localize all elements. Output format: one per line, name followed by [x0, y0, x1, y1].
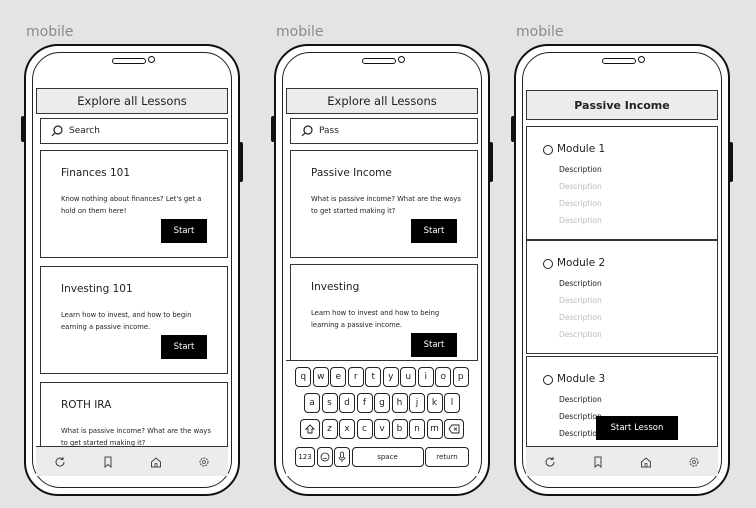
keyboard-key[interactable]: q: [295, 367, 312, 387]
module-description: Description: [559, 279, 602, 288]
keyboard-key[interactable]: v: [374, 419, 390, 439]
device-label-2: mobile: [276, 24, 324, 40]
module-description: Description: [559, 313, 602, 322]
home-icon[interactable]: [640, 456, 652, 468]
lesson-card: Investing 101 Learn how to invest, and h…: [40, 266, 228, 374]
phone-frame-lesson: Passive Income Module 1 Description Desc…: [511, 44, 733, 496]
settings-icon[interactable]: [198, 456, 210, 468]
keyboard-key[interactable]: m: [426, 419, 443, 439]
on-screen-keyboard: qwertyuiop asdfghjkl zxcvbnm 123 space r…: [286, 360, 478, 476]
start-button[interactable]: Start: [411, 333, 457, 357]
module-title: Module 1: [557, 143, 606, 155]
keyboard-key[interactable]: l: [444, 393, 460, 413]
keyboard-key[interactable]: c: [356, 419, 373, 439]
keyboard-key[interactable]: e: [330, 367, 347, 387]
keyboard-key[interactable]: j: [409, 393, 425, 413]
keyboard-key[interactable]: d: [339, 393, 355, 413]
bookmark-icon[interactable]: [592, 456, 604, 468]
module-radio[interactable]: [543, 259, 553, 269]
lesson-description: Learn how to invest and how to being lea…: [311, 309, 440, 329]
return-key[interactable]: return: [425, 447, 469, 467]
page-title: Passive Income: [526, 90, 718, 120]
module-item[interactable]: Module 2 Description Description Descrip…: [526, 240, 718, 354]
start-button[interactable]: Start: [161, 219, 207, 243]
phone-frame-search: Explore all Lessons Pass Passive Income …: [271, 44, 493, 496]
home-icon[interactable]: [150, 456, 162, 468]
keyboard-key[interactable]: p: [452, 367, 469, 387]
module-radio[interactable]: [543, 375, 553, 385]
search-input[interactable]: Search: [40, 118, 228, 144]
module-item[interactable]: Module 1 Description Description Descrip…: [526, 126, 718, 240]
lesson-title: ROTH IRA: [61, 399, 112, 411]
keyboard-key[interactable]: k: [426, 393, 443, 413]
lesson-description: What is passive income? What are the way…: [311, 195, 461, 215]
lesson-description: Learn how to invest, and how to begin ea…: [61, 311, 192, 331]
keyboard-key[interactable]: b: [391, 419, 408, 439]
numbers-key[interactable]: 123: [295, 447, 315, 467]
keyboard-key[interactable]: i: [417, 367, 434, 387]
keyboard-key[interactable]: o: [435, 367, 452, 387]
shift-key[interactable]: [300, 419, 320, 439]
keyboard-key[interactable]: f: [356, 393, 373, 413]
backspace-key[interactable]: [444, 419, 464, 439]
tab-bar: [526, 446, 718, 476]
page-title: Explore all Lessons: [286, 88, 478, 114]
lesson-card: Finances 101 Know nothing about finances…: [40, 150, 228, 258]
module-title: Module 2: [557, 257, 606, 269]
search-input[interactable]: Pass: [290, 118, 478, 144]
tab-bar: [36, 446, 228, 476]
lesson-title: Passive Income: [311, 167, 392, 179]
lesson-card: Passive Income What is passive income? W…: [290, 150, 478, 258]
keyboard-key[interactable]: w: [312, 367, 329, 387]
lesson-title: Investing: [311, 281, 360, 293]
lesson-title: Finances 101: [61, 167, 131, 179]
keyboard-key[interactable]: n: [409, 419, 425, 439]
keyboard-key[interactable]: u: [400, 367, 417, 387]
space-key[interactable]: space: [351, 447, 424, 467]
emoji-key[interactable]: [316, 447, 333, 467]
keyboard-key[interactable]: t: [365, 367, 382, 387]
start-lesson-button[interactable]: Start Lesson: [596, 416, 678, 440]
module-description: Description: [559, 216, 602, 225]
bookmark-icon[interactable]: [102, 456, 114, 468]
settings-icon[interactable]: [688, 456, 700, 468]
keyboard-key[interactable]: g: [374, 393, 390, 413]
phone-frame-explore: Explore all Lessons Search Finances 101 …: [21, 44, 243, 496]
module-description: Description: [559, 199, 602, 208]
screen-explore: Explore all Lessons Search Finances 101 …: [36, 78, 228, 476]
device-label-1: mobile: [26, 24, 74, 40]
keyboard-key[interactable]: x: [339, 419, 355, 439]
keyboard-key[interactable]: s: [321, 393, 338, 413]
screen-search: Explore all Lessons Pass Passive Income …: [286, 78, 478, 476]
module-title: Module 3: [557, 373, 606, 385]
screen-lesson: Passive Income Module 1 Description Desc…: [526, 78, 718, 476]
module-description: Description: [559, 330, 602, 339]
device-label-3: mobile: [516, 24, 564, 40]
module-item[interactable]: Module 3 Description Description Descrip…: [526, 356, 718, 458]
keyboard-key[interactable]: y: [382, 367, 399, 387]
keyboard-key[interactable]: z: [321, 419, 338, 439]
module-description: Description: [559, 165, 602, 174]
page-title: Explore all Lessons: [36, 88, 228, 114]
keyboard-key[interactable]: a: [304, 393, 320, 413]
search-icon: [301, 125, 313, 137]
search-icon: [51, 125, 63, 137]
refresh-icon[interactable]: [544, 456, 556, 468]
keyboard-key[interactable]: r: [347, 367, 364, 387]
module-description: Description: [559, 296, 602, 305]
lesson-description: Know nothing about finances? Let's get a…: [61, 195, 202, 215]
search-value: Pass: [319, 126, 339, 136]
search-placeholder: Search: [69, 126, 100, 136]
keyboard-key[interactable]: h: [391, 393, 408, 413]
module-radio[interactable]: [543, 145, 553, 155]
start-button[interactable]: Start: [161, 335, 207, 359]
microphone-key[interactable]: [334, 447, 350, 467]
start-button[interactable]: Start: [411, 219, 457, 243]
lesson-title: Investing 101: [61, 283, 133, 295]
refresh-icon[interactable]: [54, 456, 66, 468]
lesson-card: Investing Learn how to invest and how to…: [290, 264, 478, 372]
module-description: Description: [559, 182, 602, 191]
module-description: Description: [559, 395, 602, 404]
